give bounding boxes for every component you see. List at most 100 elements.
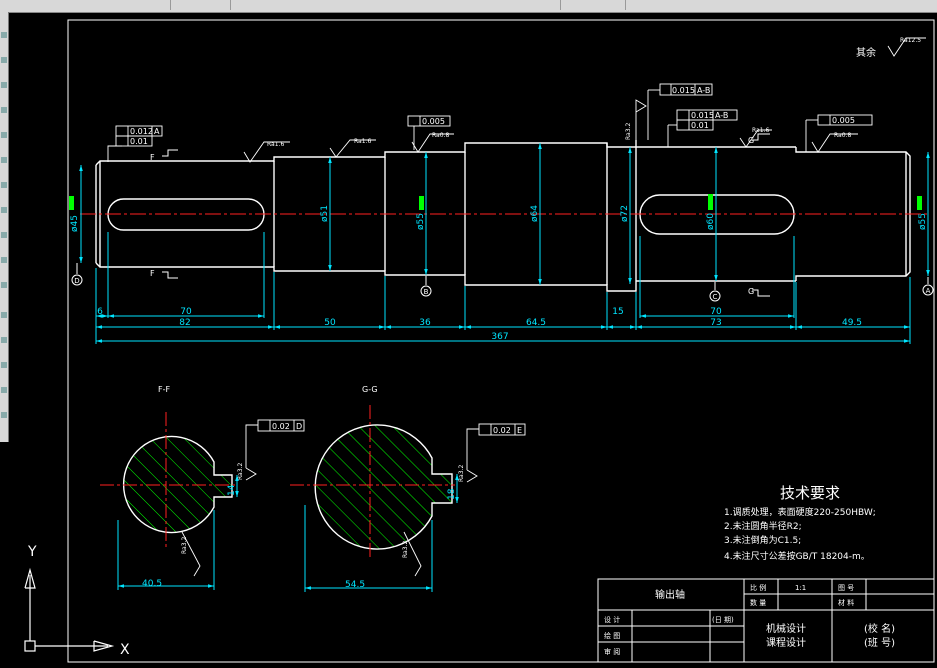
- section-ff-title: F-F: [158, 385, 170, 394]
- dim-50: 50: [324, 318, 336, 328]
- ellipse-tool-icon[interactable]: [1, 412, 7, 418]
- block-tool-icon[interactable]: [1, 232, 7, 238]
- dim-70a: 70: [180, 307, 192, 317]
- tol-002: 0.02: [272, 422, 290, 431]
- datum-b-label: B: [424, 288, 429, 296]
- quantity-label: 数 量: [750, 598, 766, 607]
- tol-datum-a: A: [154, 127, 160, 136]
- dim-36: 36: [419, 318, 431, 328]
- dim-d64: ø64: [530, 205, 540, 222]
- tol-0015: 0.015: [691, 111, 714, 120]
- tol-datum-ab: A-B: [715, 111, 728, 120]
- tech-requirement-item: 3.未注倒角为C1.5;: [724, 534, 801, 546]
- tolerance-stack: [917, 196, 922, 210]
- dim-d55a: ø55: [416, 213, 426, 230]
- toolbar-group[interactable]: [230, 0, 361, 10]
- material-label: 材 料: [838, 598, 854, 607]
- ra-label: Ra12.5: [900, 37, 921, 44]
- dim-d55b: ø55: [918, 213, 928, 230]
- drawing-canvas[interactable]: ø45 ø51 ø55 ø64 ø72 ø60 ø55 6 70 82 50 3…: [8, 12, 937, 668]
- dim-64-5: 64.5: [526, 318, 546, 328]
- ra-label: Ra3.2: [625, 123, 632, 140]
- circle-tool-icon[interactable]: [1, 107, 7, 113]
- dim-18: 18: [447, 488, 457, 500]
- point-tool-icon[interactable]: [1, 257, 7, 263]
- dim-40-5: 40.5: [142, 579, 162, 589]
- dim-d45: ø45: [70, 215, 80, 232]
- region-tool-icon[interactable]: [1, 337, 7, 343]
- toolbar-group[interactable]: [560, 0, 621, 10]
- tol-datum-ab: A-B: [697, 86, 710, 95]
- spline-tool-icon[interactable]: [1, 282, 7, 288]
- rectangle-tool-icon[interactable]: [1, 132, 7, 138]
- ra-label: Ra1.6: [267, 141, 284, 148]
- tolerance-stack: [69, 196, 74, 210]
- ra-label: Ra1.6: [354, 138, 371, 145]
- tolerance-stack: [419, 196, 424, 210]
- tech-requirements-heading: 技术要求: [780, 484, 840, 502]
- toolbar-group[interactable]: [625, 0, 846, 10]
- school-name: (校 名): [864, 622, 895, 635]
- dim-6: 6: [97, 307, 103, 317]
- roughness-symbol: [466, 469, 478, 483]
- tech-requirement-item: 4.未注尺寸公差按GB/T 18204-m。: [724, 550, 870, 562]
- dim-73: 73: [710, 318, 721, 328]
- dim-49-5: 49.5: [842, 318, 862, 328]
- scale-value: 1:1: [795, 584, 806, 592]
- drawing-label: 绘 图: [604, 631, 620, 640]
- ucs-y-label: Y: [27, 544, 37, 560]
- dim-d51: ø51: [320, 205, 330, 222]
- tolerance-stack: [708, 194, 713, 210]
- ra-label: Ra3.2: [237, 463, 244, 480]
- cut-label-g: G: [748, 287, 754, 296]
- cut-label-f: F: [150, 153, 155, 162]
- ra-label: Ra1.6: [752, 127, 769, 134]
- dim-14: 14: [227, 484, 237, 496]
- gradient-tool-icon[interactable]: [1, 362, 7, 368]
- datum-a-label: A: [926, 287, 931, 295]
- ra-label: Ra0.8: [834, 132, 851, 139]
- table-tool-icon[interactable]: [1, 312, 7, 318]
- dim-d60: ø60: [706, 213, 716, 230]
- dim-d72: ø72: [620, 205, 630, 222]
- section-ff: [100, 412, 239, 590]
- polyline-tool-icon[interactable]: [1, 57, 7, 63]
- insert-tool-icon[interactable]: [1, 207, 7, 213]
- tol-001: 0.01: [691, 121, 709, 130]
- ra-label: Ra3.2: [458, 465, 465, 482]
- dim-54-5: 54.5: [345, 580, 365, 590]
- hatch-tool-icon[interactable]: [1, 157, 7, 163]
- drawing-no-label: 图 号: [838, 584, 854, 592]
- text-tool-icon[interactable]: [1, 182, 7, 188]
- tol-0015: 0.015: [672, 86, 695, 95]
- tech-requirement-item: 2.未注圆角半径R2;: [724, 520, 802, 532]
- tol-datum-d: D: [296, 422, 302, 431]
- dim-82: 82: [179, 318, 190, 328]
- remaining-rough-label: 其余: [856, 46, 876, 59]
- length-dims: [95, 232, 911, 344]
- shaft-outline: [95, 140, 911, 292]
- ucs-x-label: X: [120, 642, 130, 658]
- tol-0005: 0.005: [422, 117, 445, 126]
- datum-d-label: D: [74, 277, 79, 285]
- datum-c-label: C: [713, 293, 718, 301]
- arc-tool-icon[interactable]: [1, 82, 7, 88]
- course-line1: 机械设计: [766, 622, 806, 635]
- dim-15: 15: [612, 307, 623, 317]
- dim-70b: 70: [710, 307, 722, 317]
- cut-label-f: F: [150, 269, 155, 278]
- tol-0005: 0.005: [832, 116, 855, 125]
- line-tool-icon[interactable]: [1, 32, 7, 38]
- tol-datum-e: E: [517, 426, 522, 435]
- tol-0012: 0.012: [130, 127, 153, 136]
- tech-requirement-item: 1.调质处理，表面硬度220-250HBW;: [724, 506, 876, 518]
- ra-label: Ra0.8: [432, 132, 449, 139]
- mtext-tool-icon[interactable]: [1, 387, 7, 393]
- course-line2: 课程设计: [766, 636, 806, 649]
- date-label: (日 期): [712, 616, 734, 624]
- toolbar-group[interactable]: [170, 0, 221, 10]
- roughness-symbol: [245, 467, 257, 481]
- roughness-symbol: [635, 99, 647, 140]
- design-label: 设 计: [604, 615, 620, 624]
- tol-002: 0.02: [493, 426, 511, 435]
